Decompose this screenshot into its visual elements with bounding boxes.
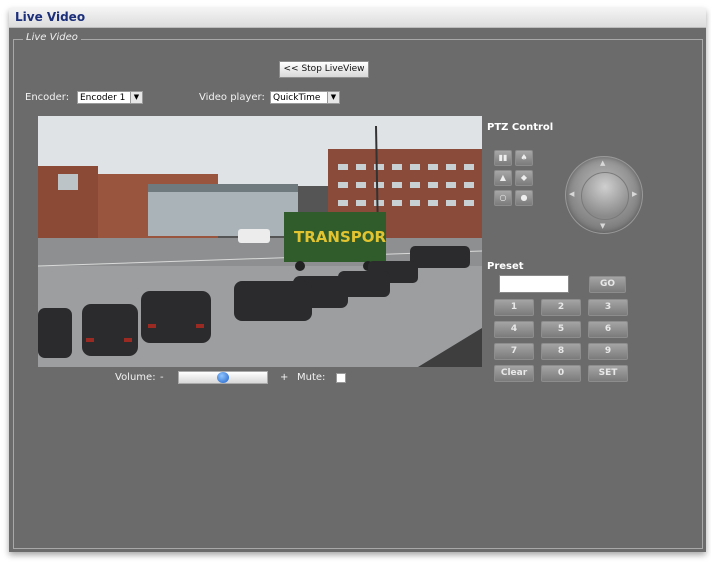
arrow-right-icon: ▶ xyxy=(632,190,638,198)
preset-set-button[interactable]: SET xyxy=(588,365,628,382)
arrow-left-icon: ◀ xyxy=(569,190,575,198)
dropdown-arrow-icon: ▼ xyxy=(130,92,142,103)
arrow-up-icon: ▲ xyxy=(600,159,606,167)
stop-liveview-button[interactable]: << Stop LiveView xyxy=(279,61,369,78)
preset-key-9[interactable]: 9 xyxy=(588,343,628,360)
arrow-down-icon: ▼ xyxy=(600,222,606,230)
zoom-out-button[interactable]: ♠ xyxy=(515,150,533,166)
focus-far-icon: ◆ xyxy=(520,173,528,182)
volume-plus: + xyxy=(280,372,289,383)
preset-key-1[interactable]: 1 xyxy=(494,299,534,316)
focus-near-button[interactable]: ▲ xyxy=(494,170,512,186)
preset-key-3[interactable]: 3 xyxy=(588,299,628,316)
preset-input[interactable] xyxy=(499,275,569,293)
preset-key-7[interactable]: 7 xyxy=(494,343,534,360)
volume-slider[interactable] xyxy=(178,371,268,384)
volume-label: Volume: xyxy=(115,372,156,383)
zoom-in-icon: ▮▮ xyxy=(498,153,508,162)
window-title: Live Video xyxy=(15,10,86,24)
video-player-select-value: QuickTime xyxy=(273,93,321,103)
preset-key-0[interactable]: 0 xyxy=(541,365,581,382)
mute-label: Mute: xyxy=(297,372,326,383)
preset-clear-button[interactable]: Clear xyxy=(494,365,534,382)
preset-key-6[interactable]: 6 xyxy=(588,321,628,338)
iris-close-icon: ● xyxy=(520,193,528,202)
dropdown-arrow-icon: ▼ xyxy=(327,92,339,103)
volume-slider-knob[interactable] xyxy=(217,372,229,383)
zoom-in-button[interactable]: ▮▮ xyxy=(494,150,512,166)
iris-close-button[interactable]: ● xyxy=(515,190,533,206)
preset-key-4[interactable]: 4 xyxy=(494,321,534,338)
go-button[interactable]: GO xyxy=(589,276,626,293)
ptz-control-title: PTZ Control xyxy=(487,122,554,133)
video-player-label: Video player: xyxy=(199,92,265,103)
volume-minus: - xyxy=(160,372,164,383)
encoder-select-value: Encoder 1 xyxy=(80,93,126,103)
preset-key-8[interactable]: 8 xyxy=(541,343,581,360)
fieldset-legend: Live Video xyxy=(23,32,81,43)
window-titlebar: Live Video xyxy=(9,8,706,28)
truck-text: TRANSPOR xyxy=(294,228,386,246)
live-video-panel: Live Video Live Video << Stop LiveView E… xyxy=(9,8,706,552)
mute-checkbox[interactable] xyxy=(336,373,346,383)
focus-near-icon: ▲ xyxy=(499,173,507,182)
ptz-joystick[interactable]: ▲ ▼ ◀ ▶ xyxy=(565,156,643,234)
live-video-feed[interactable]: TRANSPOR xyxy=(38,116,482,367)
preset-key-2[interactable]: 2 xyxy=(541,299,581,316)
camera-scene: TRANSPOR xyxy=(38,116,482,367)
focus-far-button[interactable]: ◆ xyxy=(515,170,533,186)
zoom-out-icon: ♠ xyxy=(520,153,528,162)
encoder-select[interactable]: Encoder 1 ▼ xyxy=(77,91,143,104)
video-player-select[interactable]: QuickTime ▼ xyxy=(270,91,340,104)
joystick-knob[interactable] xyxy=(581,172,629,220)
iris-open-icon: ○ xyxy=(499,193,507,202)
iris-open-button[interactable]: ○ xyxy=(494,190,512,206)
preset-key-5[interactable]: 5 xyxy=(541,321,581,338)
preset-title: Preset xyxy=(487,261,524,272)
encoder-label: Encoder: xyxy=(25,92,70,103)
